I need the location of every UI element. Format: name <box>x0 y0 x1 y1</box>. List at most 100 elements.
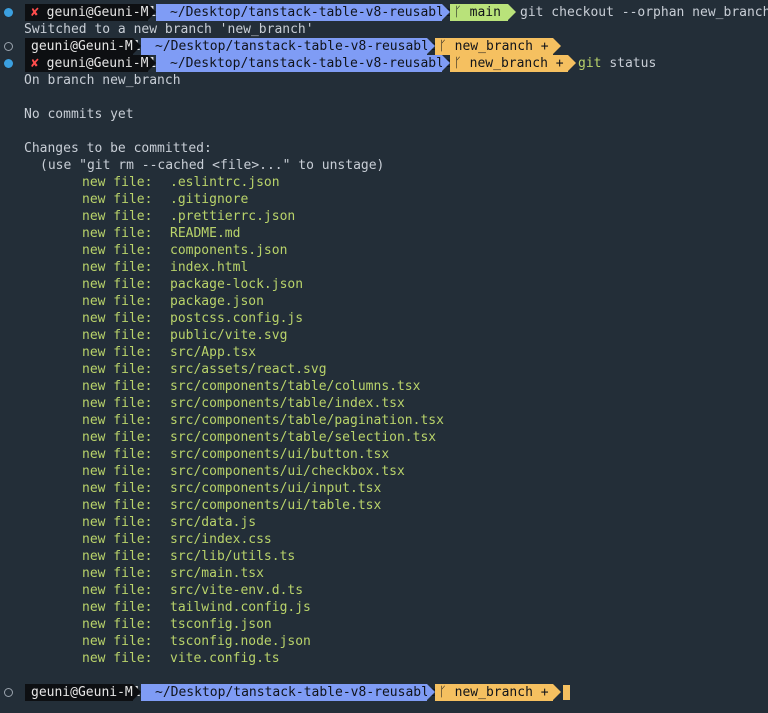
new-file-label: new file: <box>82 515 153 530</box>
staged-file-row: new file: src/components/table/columns.ts… <box>0 378 768 395</box>
git-branch-icon: ᚴ <box>439 685 447 700</box>
new-file-label: new file: <box>82 566 153 581</box>
new-file-label: new file: <box>82 175 153 190</box>
new-file-label: new file: <box>82 532 153 547</box>
prompt-user: geuni@Geuni-M1 <box>46 56 157 71</box>
powerline-arrow-icon <box>508 4 516 20</box>
terminal-cursor[interactable] <box>563 685 570 700</box>
powerline-arrow-icon <box>568 55 576 71</box>
new-file-label: new file: <box>82 634 153 649</box>
new-file-label: new file: <box>82 226 153 241</box>
prompt-user: geuni@Geuni-M1 <box>25 684 141 701</box>
prompt-user-segment: ✘ geuni@Geuni-M1 <box>25 4 156 21</box>
staged-file-row: new file: src/assets/react.svg <box>0 361 768 378</box>
new-file-label: new file: <box>82 447 153 462</box>
file-path: src/components/table/selection.tsx <box>170 430 437 445</box>
output-unstage-hint: (use "git rm --cached <file>..." to unst… <box>40 158 385 173</box>
file-path: .eslintrc.json <box>170 175 280 190</box>
prompt-path: ~/Desktop/tanstack-table-v8-reusable <box>141 38 437 55</box>
powerline-arrow-icon <box>148 55 156 71</box>
new-file-label: new file: <box>82 549 153 564</box>
new-file-label: new file: <box>82 600 153 615</box>
file-path: vite.config.ts <box>170 651 280 666</box>
file-path: tsconfig.json <box>170 617 272 632</box>
file-path: src/components/ui/table.tsx <box>170 498 382 513</box>
prompt-user-segment: ✘ geuni@Geuni-M1 <box>25 55 156 72</box>
staged-file-row: new file: src/lib/utils.ts <box>0 548 768 565</box>
new-file-label: new file: <box>82 277 153 292</box>
command-binary: git <box>578 56 602 71</box>
staged-file-row: new file: tsconfig.node.json <box>0 633 768 650</box>
prompt-branch: new_branch + <box>454 39 549 54</box>
powerline-arrow-icon <box>133 684 141 700</box>
prompt-branch: new_branch + <box>469 56 564 71</box>
staged-file-row: new file: src/main.tsx <box>0 565 768 582</box>
prompt-line-empty: geuni@Geuni-M1 ~/Desktop/tanstack-table-… <box>0 38 768 55</box>
powerline-arrow-icon <box>427 38 435 54</box>
prompt-branch-segment: ᚴ new_branch + <box>435 684 553 701</box>
file-path: src/data.js <box>170 515 257 530</box>
powerline-arrow-icon <box>442 4 450 20</box>
file-path: src/index.css <box>170 532 272 547</box>
prompt-user: geuni@Geuni-M1 <box>25 38 141 55</box>
new-file-label: new file: <box>82 243 153 258</box>
new-file-label: new file: <box>82 260 153 275</box>
staged-file-row: new file: .prettierrc.json <box>0 208 768 225</box>
staged-file-row: new file: src/index.css <box>0 531 768 548</box>
staged-file-row: new file: package.json <box>0 293 768 310</box>
file-path: package.json <box>170 294 264 309</box>
prompt-path: ~/Desktop/tanstack-table-v8-reusable <box>141 684 437 701</box>
powerline-arrow-icon <box>148 4 156 20</box>
output-on-branch: On branch new_branch <box>24 73 181 88</box>
staged-file-row: new file: src/components/ui/table.tsx <box>0 497 768 514</box>
staged-file-row: new file: src/components/table/pagination… <box>0 412 768 429</box>
file-path: index.html <box>170 260 249 275</box>
staged-file-row: new file: postcss.config.js <box>0 310 768 327</box>
new-file-label: new file: <box>82 311 153 326</box>
command-argument: status <box>609 56 657 71</box>
command-status-marker <box>4 59 13 68</box>
git-branch-icon: ᚴ <box>439 39 447 54</box>
file-path: .prettierrc.json <box>170 209 296 224</box>
git-branch-icon: ᚴ <box>454 5 462 20</box>
new-file-label: new file: <box>82 294 153 309</box>
staged-file-row: new file: package-lock.json <box>0 276 768 293</box>
staged-file-row: new file: tailwind.config.js <box>0 599 768 616</box>
prompt-branch-segment: ᚴ main <box>450 4 508 21</box>
staged-file-row: new file: public/vite.svg <box>0 327 768 344</box>
output-no-commits: No commits yet <box>24 107 134 122</box>
file-path: components.json <box>170 243 288 258</box>
output-changes-header: Changes to be committed: <box>24 141 212 156</box>
powerline-arrow-icon <box>553 684 561 700</box>
file-path: src/App.tsx <box>170 345 257 360</box>
prompt-line-current[interactable]: geuni@Geuni-M1 ~/Desktop/tanstack-table-… <box>0 684 768 701</box>
file-path: src/vite-env.d.ts <box>170 583 304 598</box>
terminal-window[interactable]: ✘ geuni@Geuni-M1 ~/Desktop/tanstack-tabl… <box>0 0 768 713</box>
new-file-label: new file: <box>82 583 153 598</box>
staged-file-row: new file: src/vite-env.d.ts <box>0 582 768 599</box>
new-file-label: new file: <box>82 192 153 207</box>
staged-file-row: new file: src/components/table/index.tsx <box>0 395 768 412</box>
powerline-arrow-icon <box>133 38 141 54</box>
staged-file-row: new file: components.json <box>0 242 768 259</box>
staged-file-row: new file: .eslintrc.json <box>0 174 768 191</box>
prompt-branch-segment: ᚴ new_branch + <box>435 38 553 55</box>
error-x-icon: ✘ <box>31 56 39 71</box>
file-path: .gitignore <box>170 192 249 207</box>
powerline-arrow-icon <box>553 38 561 54</box>
staged-file-row: new file: vite.config.ts <box>0 650 768 667</box>
staged-file-row: new file: index.html <box>0 259 768 276</box>
prompt-user: geuni@Geuni-M1 <box>46 5 157 20</box>
staged-file-row: new file: tsconfig.json <box>0 616 768 633</box>
file-path: postcss.config.js <box>170 311 304 326</box>
file-path: src/components/ui/checkbox.tsx <box>170 464 405 479</box>
new-file-label: new file: <box>82 413 153 428</box>
prompt-branch: main <box>469 5 501 20</box>
output-switched: Switched to a new branch 'new_branch' <box>24 22 314 37</box>
command-text: git checkout --orphan new_branch <box>520 5 768 20</box>
new-file-label: new file: <box>82 379 153 394</box>
new-file-label: new file: <box>82 362 153 377</box>
staged-file-row: new file: README.md <box>0 225 768 242</box>
new-file-label: new file: <box>82 464 153 479</box>
staged-file-row: new file: .gitignore <box>0 191 768 208</box>
